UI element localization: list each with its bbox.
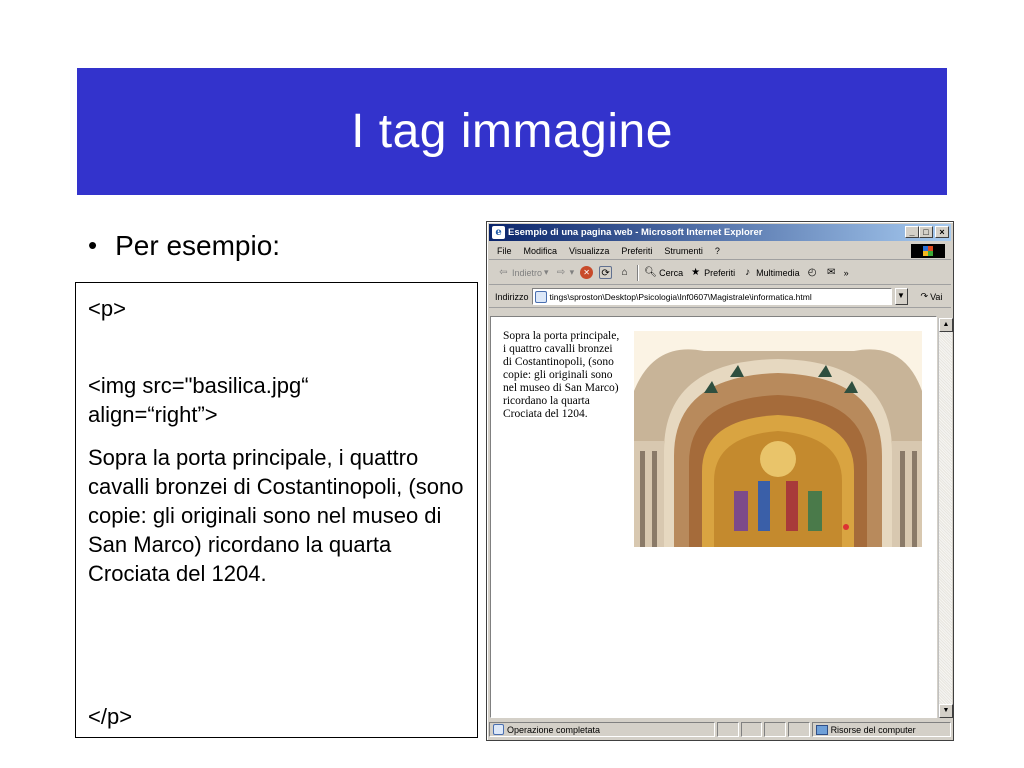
forward-button[interactable]: ⇨ ▾ — [555, 266, 575, 279]
favorites-icon: ★ — [691, 267, 701, 278]
bullet-item: • Per esempio: — [88, 230, 280, 262]
search-button[interactable]: 🔍︎ Cerca — [644, 266, 683, 279]
address-input[interactable]: tings\sproston\Desktop\Psicologia\Inf060… — [531, 288, 892, 305]
media-icon: ♪ — [745, 267, 751, 278]
refresh-icon[interactable]: ⟳ — [599, 266, 613, 279]
page-done-icon — [493, 724, 504, 735]
back-label: Indietro — [512, 267, 543, 278]
status-message: Operazione completata — [489, 722, 715, 737]
menu-strumenti[interactable]: Strumenti — [664, 246, 703, 256]
media-button[interactable]: ♪ Multimedia — [741, 266, 800, 279]
status-zone: Risorse del computer — [811, 722, 952, 737]
toolbar-more[interactable]: » — [844, 268, 849, 278]
toolbar-separator — [637, 264, 639, 281]
code-img-tag: <img src="basilica.jpg“ align=“right”> — [88, 371, 467, 429]
address-url: tings\sproston\Desktop\Psicologia\Inf060… — [549, 291, 812, 302]
computer-icon — [815, 724, 828, 735]
status-text: Operazione completata — [507, 724, 601, 735]
search-label: Cerca — [659, 267, 684, 278]
ie-logo-icon: e — [492, 226, 505, 239]
back-arrow-icon: ⇦ — [499, 267, 508, 278]
bullet-dot: • — [88, 230, 98, 260]
basilica-image — [634, 331, 922, 547]
go-button[interactable]: ↷ Vai — [921, 291, 943, 302]
media-label: Multimedia — [756, 267, 800, 278]
status-cell-empty — [764, 722, 786, 737]
go-label: Vai — [930, 291, 943, 302]
search-icon: 🔍︎ — [644, 267, 657, 278]
forward-dropdown-icon: ▾ — [569, 267, 575, 277]
browser-titlebar[interactable]: e Esempio di una pagina web - Microsoft … — [489, 224, 951, 241]
code-p-open: <p> — [88, 296, 126, 321]
status-cell-empty — [740, 722, 763, 737]
slide-title: I tag immagine — [351, 105, 673, 158]
status-zone-text: Risorse del computer — [830, 724, 916, 735]
back-dropdown-icon: ▾ — [544, 267, 549, 277]
browser-content: Sopra la porta principale, i quattro cav… — [490, 316, 937, 718]
page-paragraph: Sopra la porta principale, i quattro cav… — [503, 330, 620, 420]
menu-help[interactable]: ? — [715, 246, 720, 256]
menu-modifica[interactable]: Modifica — [524, 246, 558, 256]
close-button[interactable]: × — [935, 226, 949, 238]
minimize-button[interactable]: _ — [905, 226, 919, 238]
favorites-button[interactable]: ★ Preferiti — [689, 266, 735, 279]
status-cell-empty — [716, 722, 739, 737]
address-bar: Indirizzo tings\sproston\Desktop\Psicolo… — [489, 286, 951, 308]
menu-file[interactable]: File — [497, 246, 512, 256]
bullet-text: Per esempio: — [115, 230, 281, 261]
address-label: Indirizzo — [495, 291, 529, 302]
browser-toolbar: ⇦ Indietro ▾ ⇨ ▾ ✕ ⟳ ⌂ 🔍︎ Cerca ★ Prefer… — [489, 261, 951, 285]
window-controls: _ □ × — [905, 226, 949, 238]
menu-visualizza[interactable]: Visualizza — [569, 246, 609, 256]
browser-window-title: Esempio di una pagina web - Microsoft In… — [508, 227, 763, 238]
stop-icon[interactable]: ✕ — [580, 266, 594, 279]
status-bar: Operazione completata Risorse del comput… — [489, 721, 952, 738]
favorites-label: Preferiti — [704, 267, 736, 278]
vertical-scrollbar[interactable]: ▲ ▼ — [938, 318, 953, 718]
browser-window: e Esempio di una pagina web - Microsoft … — [486, 221, 954, 741]
browser-menubar: File Modifica Visualizza Preferiti Strum… — [489, 242, 951, 260]
windows-logo-icon — [911, 244, 945, 258]
code-img-tag-line1: <img src="basilica.jpg“ — [88, 373, 309, 398]
slide-title-banner: I tag immagine — [77, 68, 947, 195]
address-dropdown-button[interactable]: ▼ — [894, 288, 908, 305]
code-p-close: </p> — [88, 704, 133, 729]
maximize-button[interactable]: □ — [919, 226, 933, 238]
forward-arrow-icon: ⇨ — [556, 267, 566, 278]
go-arrow-icon: ↷ — [920, 291, 929, 301]
code-paragraph: Sopra la porta principale, i quattro cav… — [88, 445, 464, 586]
code-img-tag-line2: align=“right”> — [88, 402, 218, 427]
status-cell-empty — [787, 722, 810, 737]
mail-icon[interactable]: ✉ — [825, 266, 838, 279]
html-code-box: <p> <img src="basilica.jpg“ align=“right… — [75, 282, 478, 738]
back-button[interactable]: ⇦ Indietro ▾ — [497, 266, 549, 279]
scroll-down-button[interactable]: ▼ — [939, 704, 953, 718]
page-icon — [534, 290, 547, 303]
menu-preferiti[interactable]: Preferiti — [621, 246, 652, 256]
scroll-up-button[interactable]: ▲ — [939, 318, 953, 332]
home-icon[interactable]: ⌂ — [618, 266, 631, 279]
history-icon[interactable]: ◴ — [806, 266, 819, 279]
